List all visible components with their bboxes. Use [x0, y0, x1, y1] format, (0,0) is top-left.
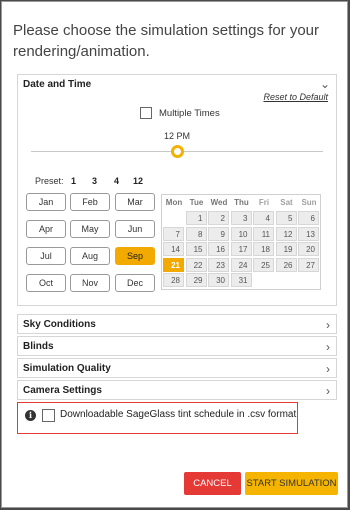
- calendar-empty-cell: [298, 273, 319, 287]
- calendar-day[interactable]: 31: [230, 273, 252, 287]
- preset-12-button[interactable]: 12: [133, 176, 143, 186]
- chevron-right-icon: ›: [326, 362, 330, 376]
- download-tint-schedule-label: Downloadable SageGlass tint schedule in …: [60, 409, 297, 420]
- calendar-day[interactable]: 17: [230, 242, 252, 256]
- calendar-day[interactable]: 5: [275, 211, 297, 225]
- download-tint-schedule-checkbox[interactable]: [42, 409, 55, 422]
- reset-to-default-link[interactable]: Reset to Default: [263, 92, 328, 102]
- preset-1-button[interactable]: 1: [71, 176, 76, 186]
- calendar-weekday-header: Mon Tue Wed Thu Fri Sat Sun: [162, 195, 320, 209]
- calendar-day[interactable]: 3: [230, 211, 252, 225]
- chevron-right-icon: ›: [326, 340, 330, 354]
- simulation-quality-section[interactable]: Simulation Quality ›: [17, 358, 337, 378]
- calendar-day[interactable]: 20: [298, 242, 319, 256]
- calendar-empty-cell: [275, 273, 297, 287]
- camera-settings-section[interactable]: Camera Settings ›: [17, 380, 337, 400]
- weekday-header: Sat: [280, 198, 293, 207]
- calendar-day[interactable]: 25: [253, 257, 274, 272]
- calendar-day[interactable]: 13: [298, 226, 319, 241]
- calendar-day[interactable]: 24: [230, 257, 252, 272]
- simulation-settings-dialog: Please choose the simulation settings fo…: [1, 1, 348, 508]
- calendar-day[interactable]: 11: [253, 226, 274, 241]
- time-label: 12 PM: [163, 131, 190, 141]
- calendar-day[interactable]: 22: [185, 257, 207, 272]
- date-time-title[interactable]: Date and Time: [23, 79, 91, 90]
- weekday-header: Tue: [189, 198, 204, 207]
- sky-conditions-label: Sky Conditions: [23, 319, 96, 330]
- month-button-aug[interactable]: Aug: [70, 247, 110, 265]
- calendar-day[interactable]: 2: [208, 211, 229, 225]
- multiple-times-checkbox[interactable]: [140, 107, 152, 119]
- weekday-header: Sun: [301, 198, 317, 207]
- camera-settings-label: Camera Settings: [23, 385, 102, 396]
- calendar-empty-cell: [163, 211, 184, 225]
- calendar-empty-cell: [253, 273, 274, 287]
- preset-3-button[interactable]: 3: [92, 176, 97, 186]
- month-button-may[interactable]: May: [70, 220, 110, 238]
- sky-conditions-section[interactable]: Sky Conditions ›: [17, 314, 337, 334]
- month-button-mar[interactable]: Mar: [115, 193, 155, 211]
- blinds-label: Blinds: [23, 341, 54, 352]
- multiple-times-label: Multiple Times: [159, 107, 220, 119]
- calendar-day[interactable]: 7: [163, 226, 184, 241]
- chevron-right-icon: ›: [326, 384, 330, 398]
- calendar-day[interactable]: 30: [208, 273, 229, 287]
- weekday-header: Fri: [258, 198, 270, 207]
- calendar-day[interactable]: 1: [185, 211, 207, 225]
- calendar-day[interactable]: 29: [185, 273, 207, 287]
- calendar-day[interactable]: 12: [275, 226, 297, 241]
- simulation-quality-label: Simulation Quality: [23, 363, 111, 374]
- month-button-jul[interactable]: Jul: [26, 247, 66, 265]
- calendar-day[interactable]: 27: [298, 257, 319, 272]
- info-icon[interactable]: i: [25, 410, 36, 421]
- calendar-day[interactable]: 18: [253, 242, 274, 256]
- month-button-jun[interactable]: Jun: [115, 220, 155, 238]
- calendar-day[interactable]: 10: [230, 226, 252, 241]
- calendar-day[interactable]: 6: [298, 211, 319, 225]
- calendar-day[interactable]: 21: [163, 257, 184, 272]
- preset-label: Preset:: [35, 176, 64, 186]
- chevron-down-icon[interactable]: ⌄: [320, 78, 330, 90]
- day-calendar: Mon Tue Wed Thu Fri Sat Sun 1 2 3 4 5 6 7 8 9 10 11 12 13 1…: [161, 194, 321, 290]
- calendar-day[interactable]: 28: [163, 273, 184, 287]
- calendar-day[interactable]: 8: [185, 226, 207, 241]
- month-button-dec[interactable]: Dec: [115, 274, 155, 292]
- weekday-header: Mon: [165, 198, 183, 207]
- month-button-oct[interactable]: Oct: [26, 274, 66, 292]
- multiple-times-row[interactable]: Multiple Times: [140, 107, 220, 119]
- month-button-feb[interactable]: Feb: [70, 193, 110, 211]
- weekday-header: Thu: [234, 198, 249, 207]
- calendar-day[interactable]: 15: [185, 242, 207, 256]
- calendar-day[interactable]: 16: [208, 242, 229, 256]
- month-button-sep[interactable]: Sep: [115, 247, 155, 265]
- calendar-day[interactable]: 14: [163, 242, 184, 256]
- calendar-day[interactable]: 9: [208, 226, 229, 241]
- chevron-right-icon: ›: [326, 318, 330, 332]
- download-tint-schedule-option: i Downloadable SageGlass tint schedule i…: [17, 402, 298, 434]
- start-simulation-button[interactable]: START SIMULATION: [245, 472, 338, 495]
- month-button-nov[interactable]: Nov: [70, 274, 110, 292]
- calendar-day[interactable]: 4: [253, 211, 274, 225]
- date-time-panel: Date and Time ⌄ Reset to Default Multipl…: [17, 74, 337, 306]
- calendar-day[interactable]: 26: [275, 257, 297, 272]
- calendar-day[interactable]: 19: [275, 242, 297, 256]
- dialog-heading: Please choose the simulation settings fo…: [13, 22, 319, 60]
- month-button-apr[interactable]: Apr: [26, 220, 66, 238]
- weekday-header: Wed: [210, 198, 228, 207]
- blinds-section[interactable]: Blinds ›: [17, 336, 337, 356]
- cancel-button[interactable]: CANCEL: [184, 472, 241, 495]
- month-button-jan[interactable]: Jan: [26, 193, 66, 211]
- preset-4-button[interactable]: 4: [114, 176, 119, 186]
- time-slider-thumb[interactable]: [170, 145, 184, 158]
- calendar-day[interactable]: 23: [208, 257, 229, 272]
